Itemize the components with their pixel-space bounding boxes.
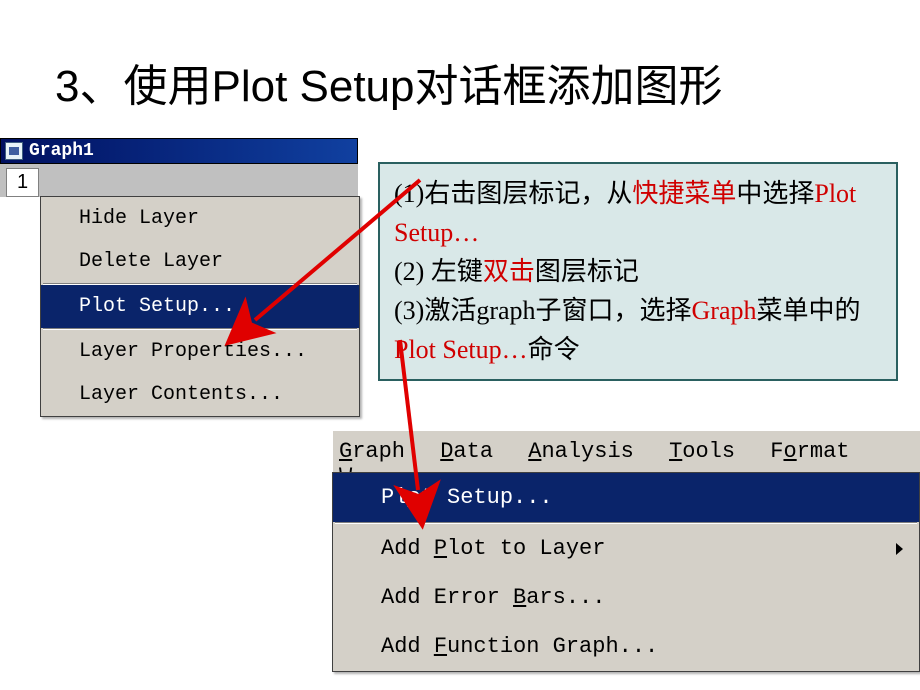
menu-item-plot-setup[interactable]: Plot Setup...	[41, 285, 359, 328]
dropdown-add-error-bars[interactable]: Add Error Bars...	[333, 573, 919, 622]
dropdown-plot-setup[interactable]: Plot Setup...	[333, 473, 919, 522]
window-titlebar[interactable]: Graph1	[0, 138, 358, 164]
menu-data[interactable]: Data	[440, 439, 493, 464]
menu-tools[interactable]: Tools	[669, 439, 735, 464]
instruction-line-1: (1)右击图层标记，从快捷菜单中选择Plot Setup…	[394, 174, 882, 252]
dropdown-add-function-graph[interactable]: Add Function Graph...	[333, 622, 919, 671]
layer-context-menu: Hide Layer Delete Layer Plot Setup... La…	[40, 196, 360, 417]
menu-item-hide-layer[interactable]: Hide Layer	[41, 197, 359, 240]
menu-analysis[interactable]: Analysis	[528, 439, 634, 464]
menu-item-layer-contents[interactable]: Layer Contents...	[41, 373, 359, 416]
layer-tab[interactable]: 1	[6, 168, 39, 197]
graph-window: Graph1 1	[0, 138, 358, 197]
slide-title: 3、使用Plot Setup对话框添加图形	[55, 50, 723, 114]
dropdown-add-plot-to-layer[interactable]: Add Plot to Layer	[333, 524, 919, 573]
graph-menu-dropdown: Plot Setup... Add Plot to Layer Add Erro…	[332, 472, 920, 672]
menu-item-layer-properties[interactable]: Layer Properties...	[41, 330, 359, 373]
menu-graph[interactable]: Graph	[339, 439, 405, 464]
menu-item-delete-layer[interactable]: Delete Layer	[41, 240, 359, 283]
submenu-arrow-icon	[896, 543, 903, 555]
window-icon	[5, 142, 23, 160]
instruction-line-2: (2) 左键双击图层标记	[394, 252, 882, 291]
menu-format[interactable]: Format	[770, 439, 849, 464]
window-title: Graph1	[29, 141, 94, 161]
instruction-line-3: (3)激活graph子窗口，选择Graph菜单中的Plot Setup…命令	[394, 291, 882, 369]
instruction-box: (1)右击图层标记，从快捷菜单中选择Plot Setup… (2) 左键双击图层…	[378, 162, 898, 381]
